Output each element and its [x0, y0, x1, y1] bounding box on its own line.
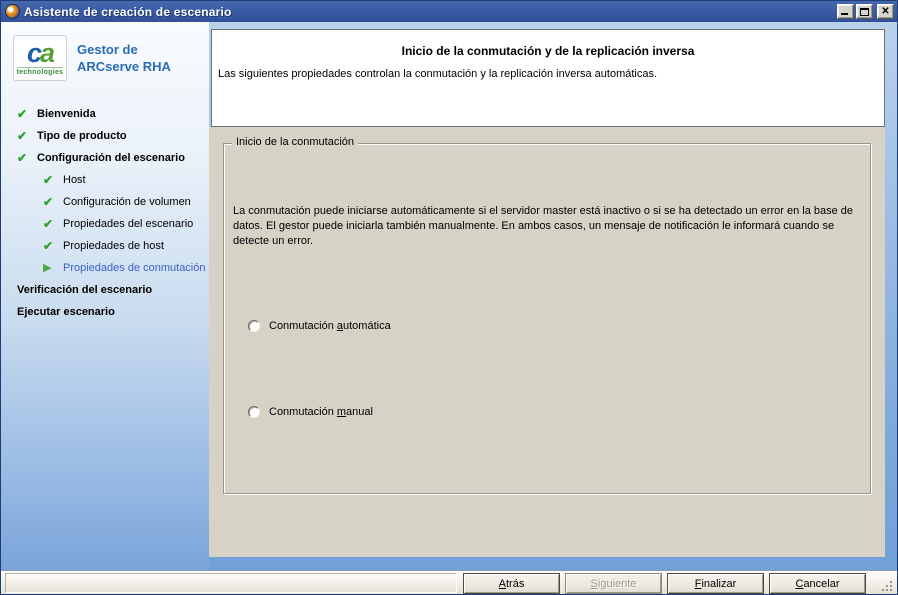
sidebar-step-host: ✔ Host: [1, 169, 209, 191]
sidebar: ca technologies Gestor de ARCserve RHA ✔…: [1, 22, 209, 570]
sidebar-step-ejecutar-escenario: Ejecutar escenario: [1, 301, 209, 323]
radio-button-icon[interactable]: [248, 406, 260, 418]
close-button[interactable]: ✕: [877, 4, 894, 19]
groupbox-inicio-conmutacion: Inicio de la conmutación La conmutación …: [223, 143, 871, 494]
wizard-window: Asistente de creación de escenario ✕ ca …: [0, 0, 898, 595]
check-icon: ✔: [43, 240, 63, 252]
sidebar-step-bienvenida: ✔ Bienvenida: [1, 103, 209, 125]
radio-label: Conmutación automática: [269, 320, 391, 332]
sidebar-step-propiedades-de-host: ✔ Propiedades de host: [1, 235, 209, 257]
check-icon: ✔: [43, 196, 63, 208]
brand-area: ca technologies Gestor de ARCserve RHA: [13, 35, 171, 81]
switchover-description: La conmutación puede iniciarse automátic…: [233, 204, 873, 249]
sidebar-step-propiedades-de-conmutacion: ▶ Propiedades de conmutación: [1, 257, 209, 279]
page-subtitle: Las siguientes propiedades controlan la …: [218, 68, 884, 80]
window-body: ca technologies Gestor de ARCserve RHA ✔…: [1, 22, 897, 595]
check-icon: ✔: [17, 108, 37, 120]
finalizar-button[interactable]: Finalizar: [667, 573, 764, 594]
ca-logo-subtext: technologies: [17, 67, 64, 77]
atras-button[interactable]: Atrás: [463, 573, 560, 594]
titlebar: Asistente de creación de escenario ✕: [1, 1, 897, 22]
app-name: Gestor de ARCserve RHA: [77, 35, 171, 75]
app-name-line1: Gestor de: [77, 41, 171, 58]
header-panel: Inicio de la conmutación y de la replica…: [211, 29, 885, 127]
sidebar-step-configuracion-del-escenario: ✔ Configuración del escenario: [1, 147, 209, 169]
radio-button-icon[interactable]: [248, 320, 260, 332]
sidebar-step-verificacion-del-escenario: Verificación del escenario: [1, 279, 209, 301]
check-icon: ✔: [43, 174, 63, 186]
sidebar-step-tipo-de-producto: ✔ Tipo de producto: [1, 125, 209, 147]
ca-technologies-logo: ca technologies: [13, 35, 67, 81]
maximize-icon: [860, 8, 869, 16]
statusbar-panel: [5, 573, 457, 593]
cancelar-button[interactable]: Cancelar: [769, 573, 866, 594]
groupbox-title: Inicio de la conmutación: [232, 136, 358, 148]
statusbar: Atrás Siguiente Finalizar Cancelar: [1, 570, 897, 595]
check-icon: ✔: [17, 130, 37, 142]
content-panel: Inicio de la conmutación La conmutación …: [209, 127, 885, 557]
current-step-arrow-icon: ▶: [43, 262, 63, 274]
radio-label: Conmutación manual: [269, 406, 373, 418]
siguiente-button: Siguiente: [565, 573, 662, 594]
resize-grip-dots: [890, 589, 892, 591]
radio-conmutacion-automatica[interactable]: Conmutación automática: [248, 320, 391, 332]
ca-logo-text: ca: [27, 40, 53, 67]
page-title: Inicio de la conmutación y de la replica…: [212, 44, 884, 58]
check-icon: ✔: [17, 152, 37, 164]
radio-conmutacion-manual[interactable]: Conmutación manual: [248, 406, 373, 418]
check-icon: ✔: [43, 218, 63, 230]
app-name-line2: ARCserve RHA: [77, 58, 171, 75]
close-icon: ✕: [878, 5, 893, 18]
minimize-icon: [841, 13, 848, 15]
sidebar-step-configuracion-de-volumen: ✔ Configuración de volumen: [1, 191, 209, 213]
sidebar-step-propiedades-del-escenario: ✔ Propiedades del escenario: [1, 213, 209, 235]
window-controls: ✕: [837, 4, 894, 19]
app-icon: [5, 4, 20, 19]
window-title: Asistente de creación de escenario: [24, 5, 837, 19]
resize-grip[interactable]: [880, 579, 894, 593]
wizard-steps-list: ✔ Bienvenida ✔ Tipo de producto ✔ Config…: [1, 103, 209, 323]
minimize-button[interactable]: [837, 4, 854, 19]
maximize-button[interactable]: [856, 4, 873, 19]
